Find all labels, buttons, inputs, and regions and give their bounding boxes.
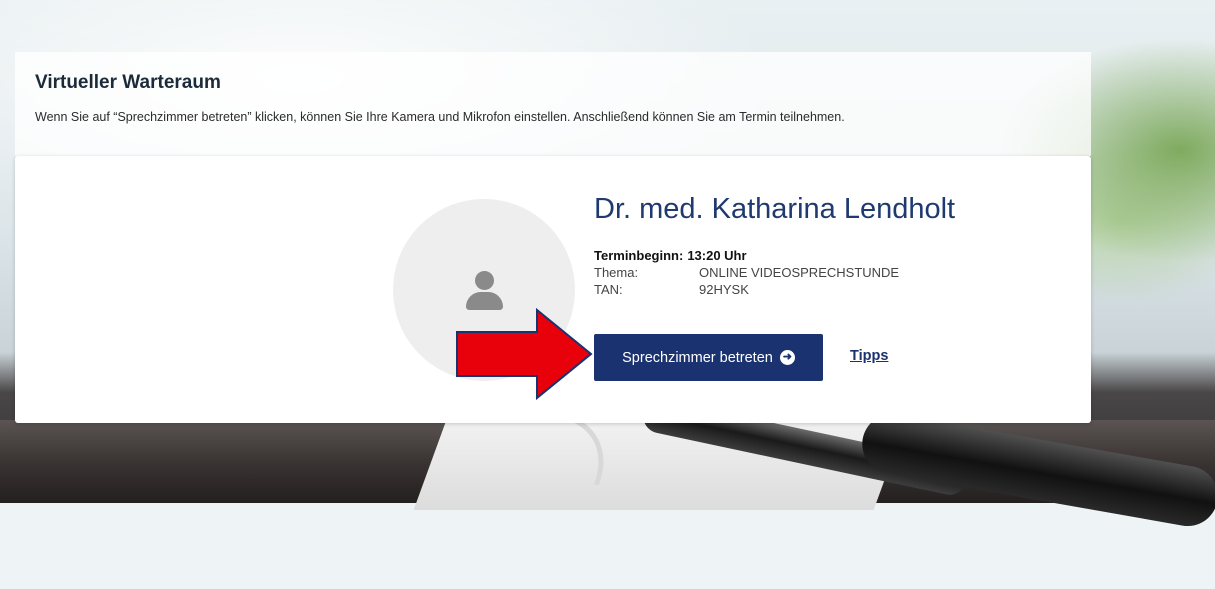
page-title: Virtueller Warteraum — [35, 72, 221, 93]
tan-value: 92HYSK — [699, 282, 749, 297]
start-label: Terminbeginn: — [594, 248, 684, 263]
appointment-start-row: Terminbeginn: 13:20 Uhr — [594, 248, 747, 263]
user-icon — [475, 271, 494, 290]
red-annotation-arrow-icon — [456, 308, 593, 400]
header-panel — [15, 52, 1091, 156]
doctor-name: Dr. med. Katharina Lendholt — [594, 193, 956, 225]
tan-label: TAN: — [594, 282, 623, 297]
arrow-right-circle-icon: ➜ — [779, 350, 795, 365]
enter-room-button[interactable]: Sprechzimmer betreten ➜ — [594, 334, 823, 381]
tan-row: TAN: 92HYSK — [594, 282, 749, 297]
page-description: Wenn Sie auf “Sprechzimmer betreten” kli… — [35, 110, 845, 124]
start-value: 13:20 Uhr — [687, 248, 747, 263]
topic-label: Thema: — [594, 265, 639, 280]
topic-row: Thema: ONLINE VIDEOSPRECHSTUNDE — [594, 265, 899, 280]
topic-value: ONLINE VIDEOSPRECHSTUNDE — [699, 265, 900, 280]
tips-link[interactable]: Tipps — [850, 348, 888, 364]
enter-room-label: Sprechzimmer betreten — [622, 349, 773, 366]
